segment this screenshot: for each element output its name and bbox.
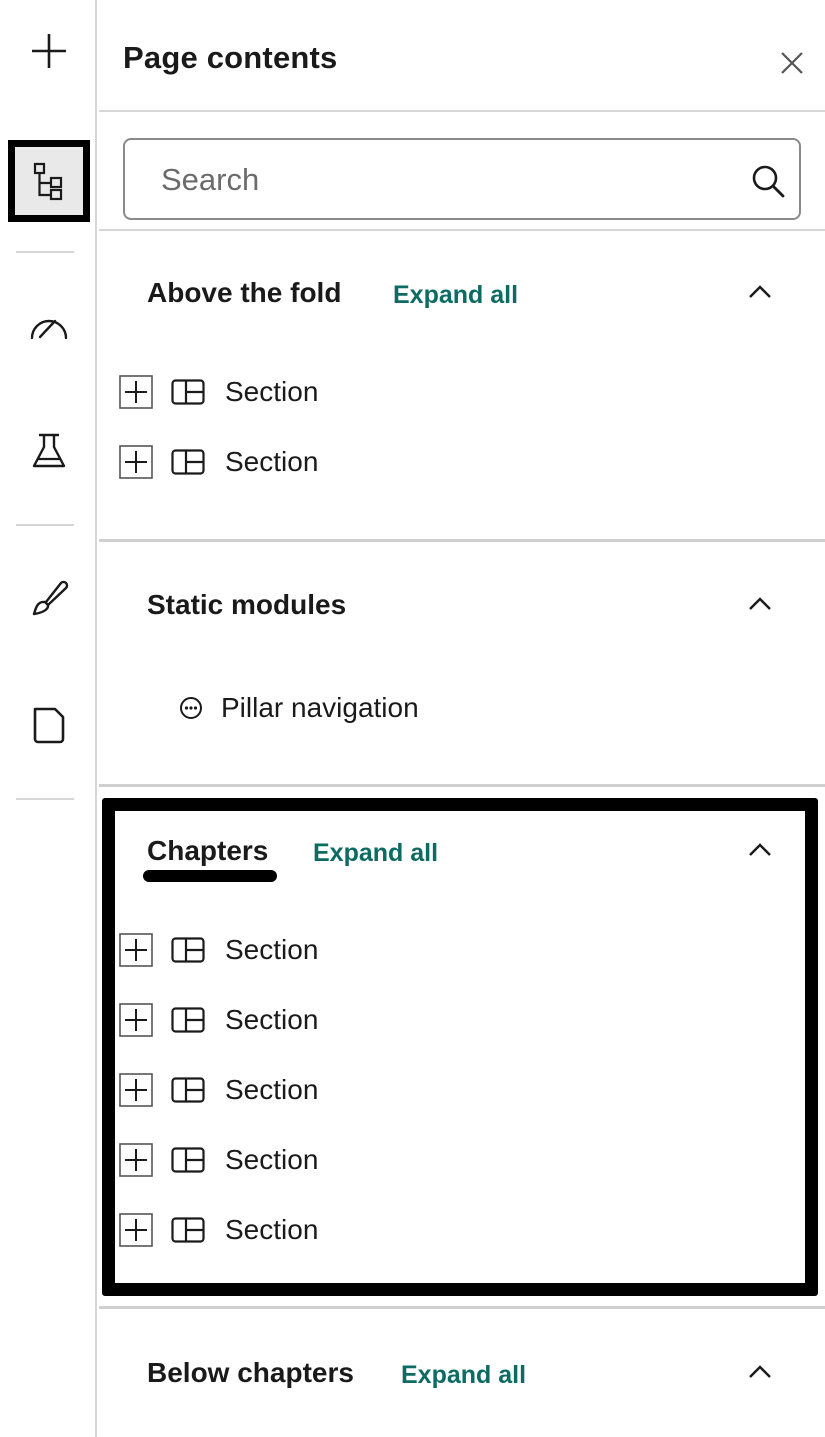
flask-icon	[32, 433, 66, 468]
style-button[interactable]	[8, 558, 90, 640]
tree-row[interactable]: Section	[119, 1212, 719, 1248]
paintbrush-icon	[32, 580, 69, 616]
row-label: Pillar navigation	[221, 692, 419, 723]
plus-square-icon	[119, 1073, 153, 1107]
divider	[99, 784, 825, 787]
left-tool-rail	[0, 0, 97, 1437]
section-layout-icon	[171, 1147, 205, 1173]
row-label: Section	[225, 1144, 319, 1175]
plus-square-icon	[119, 1143, 153, 1177]
close-icon[interactable]	[779, 50, 805, 76]
tree-row[interactable]: Pillar navigation	[179, 690, 419, 726]
experiments-button[interactable]	[8, 410, 90, 492]
section-layout-icon	[171, 449, 205, 475]
plus-square-icon	[119, 375, 153, 409]
divider	[99, 539, 825, 542]
group-title: Chapters	[147, 835, 269, 866]
expand-row-button[interactable]	[119, 445, 153, 479]
row-label: Section	[225, 376, 319, 407]
tree-row[interactable]: Section	[119, 932, 719, 968]
expand-all-button[interactable]: Expand all	[313, 839, 438, 868]
plus-icon	[32, 34, 66, 68]
rail-divider	[16, 798, 74, 800]
expand-row-button[interactable]	[119, 1003, 153, 1037]
gauge-icon	[30, 319, 68, 340]
tree-structure-icon	[33, 162, 63, 201]
row-label: Section	[225, 1074, 319, 1105]
panel-header: Page contents	[99, 0, 825, 112]
expand-row-button[interactable]	[119, 1143, 153, 1177]
section-layout-icon	[171, 937, 205, 963]
expand-all-button[interactable]: Expand all	[401, 1361, 526, 1390]
group-title: Static modules	[147, 589, 347, 620]
section-layout-icon	[171, 1007, 205, 1033]
group-title: Below chapters	[147, 1357, 354, 1388]
expand-row-button[interactable]	[119, 933, 153, 967]
row-label: Section	[225, 1004, 319, 1035]
search-icon[interactable]	[751, 164, 785, 198]
plus-square-icon	[119, 933, 153, 967]
page-settings-button[interactable]	[8, 684, 90, 766]
expand-row-button[interactable]	[119, 1213, 153, 1247]
page-contents-panel: Page contents Above the fold Expand all	[99, 0, 825, 1437]
row-label: Section	[225, 934, 319, 965]
performance-button[interactable]	[8, 286, 90, 368]
tree-row[interactable]: Section	[119, 444, 719, 480]
rail-divider	[16, 524, 74, 526]
expand-row-button[interactable]	[119, 375, 153, 409]
section-layout-icon	[171, 1217, 205, 1243]
chevron-up-icon[interactable]	[747, 596, 773, 612]
chevron-up-icon[interactable]	[747, 842, 773, 858]
chevron-up-icon[interactable]	[747, 284, 773, 300]
page-structure-button[interactable]	[8, 140, 90, 222]
section-layout-icon	[171, 379, 205, 405]
more-circle-icon	[180, 697, 202, 719]
tree-row[interactable]: Section	[119, 1142, 719, 1178]
row-label: Section	[225, 1214, 319, 1245]
section-layout-icon	[171, 1077, 205, 1103]
chevron-up-icon[interactable]	[747, 1364, 773, 1380]
plus-square-icon	[119, 1213, 153, 1247]
search-box	[123, 138, 801, 220]
divider	[99, 229, 825, 231]
page-icon	[33, 707, 65, 744]
plus-square-icon	[119, 445, 153, 479]
active-underline	[143, 870, 277, 882]
add-button[interactable]	[8, 10, 90, 92]
expand-all-button[interactable]: Expand all	[393, 281, 518, 310]
group-title: Above the fold	[147, 277, 342, 308]
rail-divider	[16, 251, 74, 253]
tree-row[interactable]: Section	[119, 374, 719, 410]
row-label: Section	[225, 446, 319, 477]
tree-row[interactable]: Section	[119, 1002, 719, 1038]
tree-row[interactable]: Section	[119, 1072, 719, 1108]
divider	[99, 1306, 825, 1309]
plus-square-icon	[119, 1003, 153, 1037]
search-input[interactable]	[159, 158, 719, 202]
expand-row-button[interactable]	[119, 1073, 153, 1107]
page-title: Page contents	[123, 40, 338, 75]
